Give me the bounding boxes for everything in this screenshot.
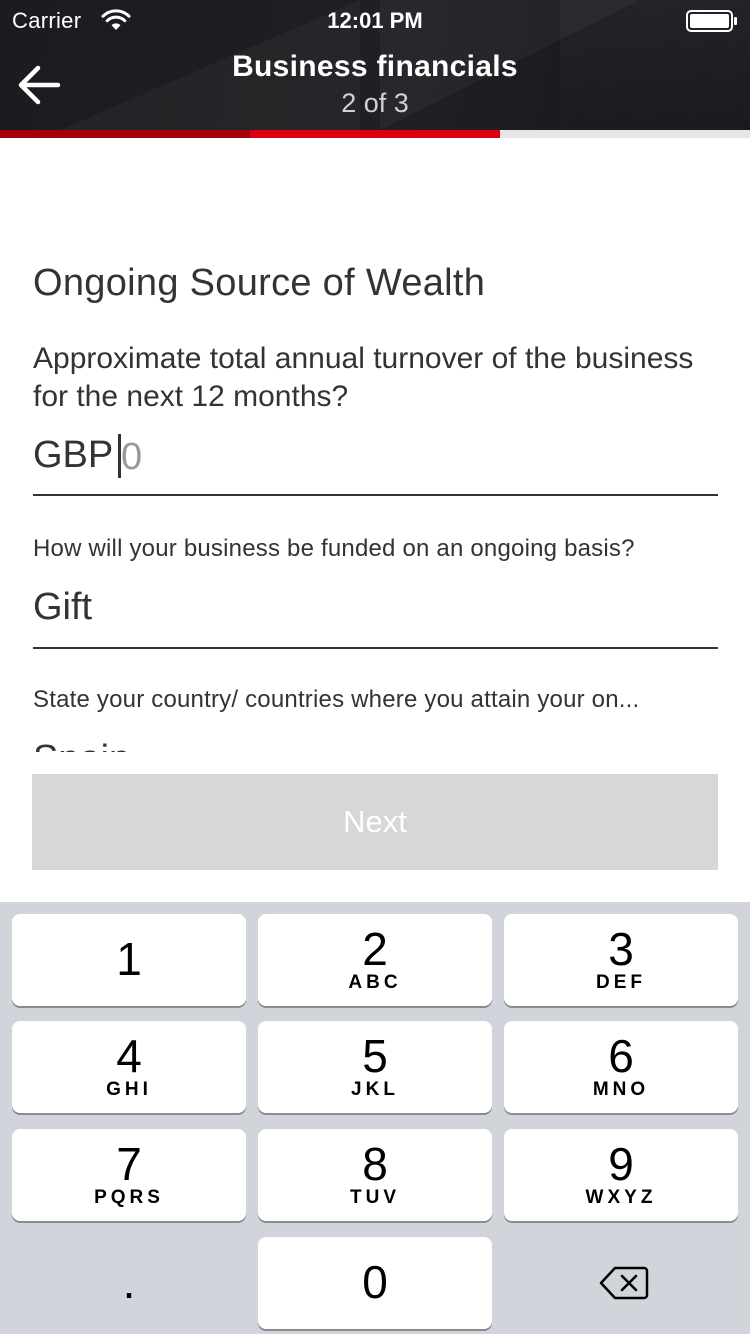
turnover-question: Approximate total annual turnover of the… [33, 342, 694, 413]
key-5[interactable]: 5 JKL [258, 1021, 492, 1113]
key-digit: 2 [362, 923, 388, 975]
key-digit: 3 [608, 923, 634, 975]
key-0[interactable]: 0 [258, 1237, 492, 1329]
funding-question: How will your business be funded on an o… [33, 535, 635, 562]
status-bar: Carrier 12:01 PM [0, 0, 750, 40]
battery-icon [686, 10, 737, 32]
key-letters: TUV [350, 1187, 400, 1208]
key-2[interactable]: 2 ABC [258, 914, 492, 1006]
key-digit: 7 [116, 1138, 142, 1190]
section-title: Ongoing Source of Wealth [33, 262, 486, 304]
turnover-field[interactable]: GBP [33, 430, 718, 496]
status-time: 12:01 PM [327, 8, 423, 33]
backspace-icon [599, 1266, 649, 1300]
progress-step-complete [0, 130, 250, 138]
key-digit: 4 [116, 1030, 142, 1082]
key-letters: MNO [592, 1079, 650, 1100]
key-letters: WXYZ [585, 1187, 657, 1208]
key-3[interactable]: 3 DEF [504, 914, 738, 1006]
countries-field[interactable]: Spain [33, 738, 718, 752]
key-6[interactable]: 6 MNO [504, 1021, 738, 1113]
navigation-header: Carrier 12:01 PM Business financials 2 o… [0, 0, 750, 130]
key-digit: 0 [362, 1256, 388, 1308]
funding-select[interactable]: Gift [33, 582, 718, 649]
key-4[interactable]: 4 GHI [12, 1021, 246, 1113]
currency-prefix: GBP [33, 434, 114, 476]
key-digit: 6 [608, 1030, 634, 1082]
key-digit: 1 [116, 933, 142, 985]
key-digit: 8 [362, 1138, 388, 1190]
key-digit: 9 [608, 1138, 634, 1190]
key-letters: ABC [348, 972, 402, 993]
key-letters: JKL [351, 1079, 399, 1100]
key-letters: PQRS [94, 1187, 164, 1208]
step-indicator: 2 of 3 [341, 88, 409, 118]
progress-step-current [250, 130, 500, 138]
turnover-input[interactable] [121, 434, 681, 480]
countries-value: Spain [33, 738, 130, 752]
next-button[interactable]: Next [32, 774, 718, 870]
key-digit: . [122, 1256, 136, 1308]
step-progress-bar [0, 130, 750, 138]
numeric-keyboard: 1 2 ABC 3 DEF 4 GHI 5 JKL 6 MNO 7 PQRS 8… [0, 902, 750, 1334]
countries-question: State your country/ countries where you … [33, 686, 640, 713]
key-8[interactable]: 8 TUV [258, 1129, 492, 1221]
funding-value: Gift [33, 586, 93, 628]
key-7[interactable]: 7 PQRS [12, 1129, 246, 1221]
key-letters: DEF [596, 972, 646, 993]
key-9[interactable]: 9 WXYZ [504, 1129, 738, 1221]
key-1[interactable]: 1 [12, 914, 246, 1006]
delete-key[interactable] [504, 1237, 738, 1329]
key-letters: GHI [106, 1079, 152, 1100]
page-title: Business financials [232, 50, 518, 83]
key-decimal[interactable]: . [12, 1237, 246, 1329]
key-digit: 5 [362, 1030, 388, 1082]
